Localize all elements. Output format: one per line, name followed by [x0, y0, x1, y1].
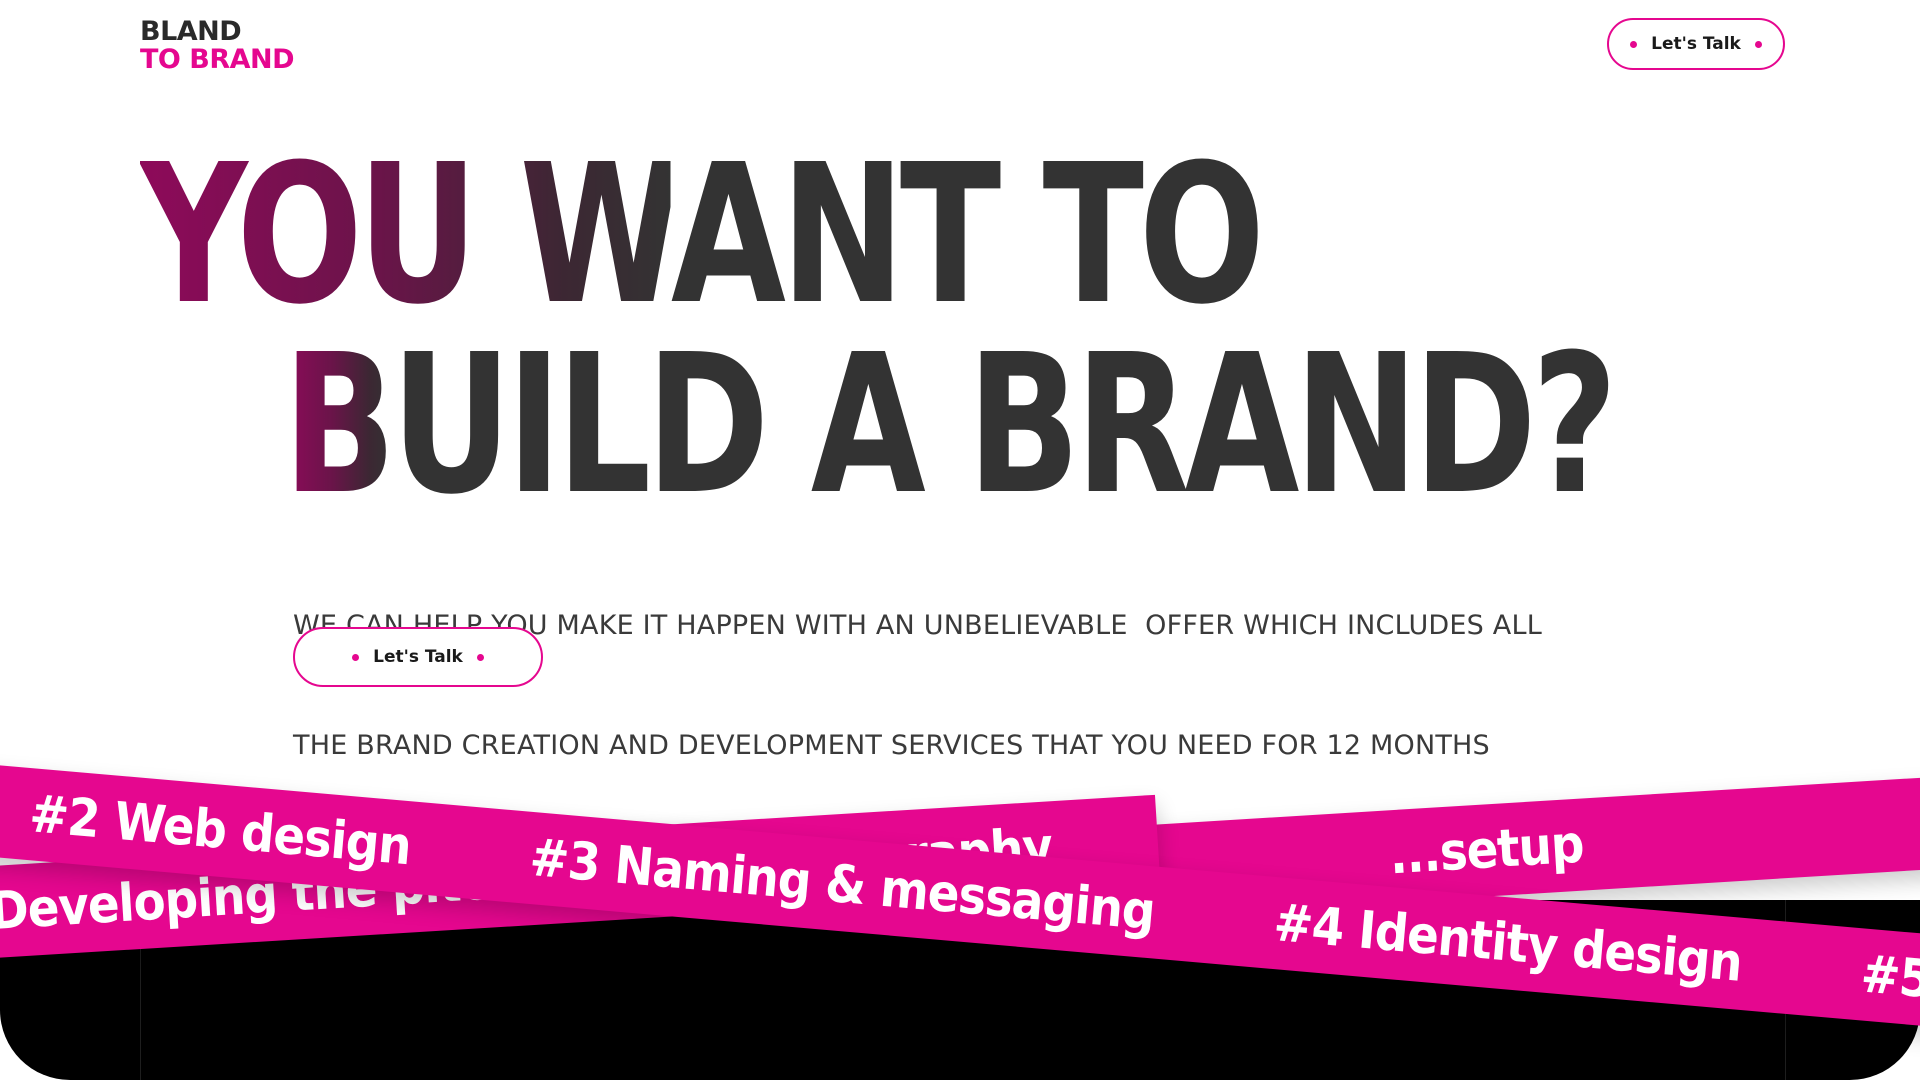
ribbon-item: ...setup — [1387, 814, 1586, 887]
ribbon-item: #5 Graphic design — [1858, 944, 1920, 1031]
ribbon-item: #2 Web design — [27, 784, 414, 878]
hero-lets-talk-button[interactable]: Let's Talk — [293, 627, 543, 687]
headline-line-2-rest: UILD A BRAND? — [391, 314, 1618, 537]
logo-line-1: BLAND — [140, 16, 242, 47]
headline-line-2: BUILD A BRAND? — [283, 330, 1618, 522]
header-cta-label: Let's Talk — [1651, 34, 1741, 54]
brand-logo[interactable]: BLAND TO BRAND — [140, 16, 295, 75]
dot-icon — [476, 653, 484, 661]
hero-subcopy-line-2: THE BRAND CREATION AND DEVELOPMENT SERVI… — [293, 730, 1490, 761]
logo-line-2: TO BRAND — [140, 44, 295, 75]
hero-cta-label: Let's Talk — [373, 647, 463, 667]
dot-icon — [352, 653, 360, 661]
dot-icon — [1754, 40, 1762, 48]
landing-page: BLAND TO BRAND Let's Talk YOU WANT TO BU… — [0, 0, 1920, 1080]
headline-line-2-accent: B — [283, 314, 396, 537]
dot-icon — [1630, 40, 1638, 48]
headline-line-1: YOU WANT TO — [140, 140, 1265, 332]
header-lets-talk-button[interactable]: Let's Talk — [1607, 18, 1785, 70]
